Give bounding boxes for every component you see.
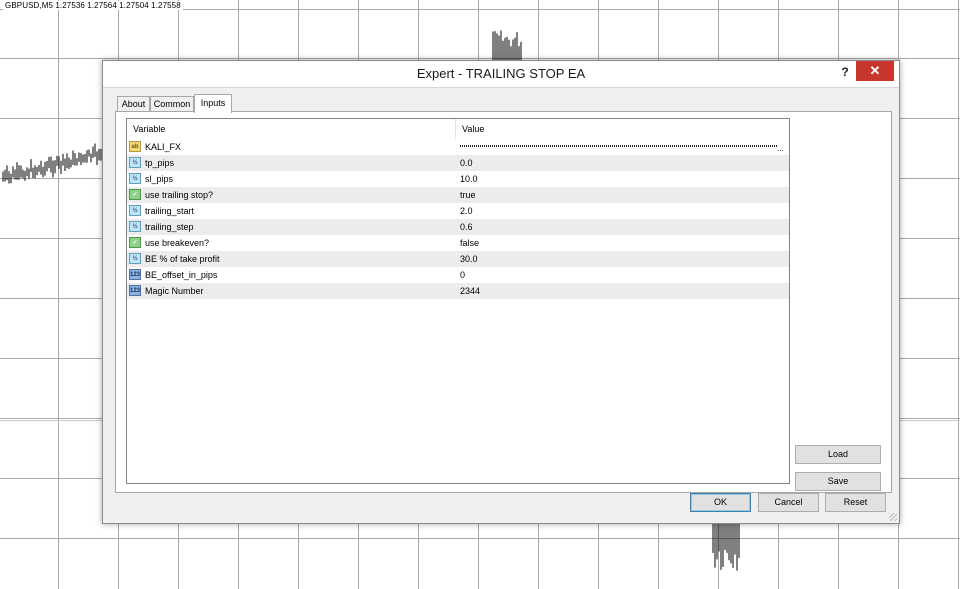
- save-button[interactable]: Save: [795, 472, 881, 491]
- bool-icon: ✓: [129, 237, 141, 248]
- row-value[interactable]: 0: [460, 267, 780, 283]
- table-row[interactable]: ½ trailing_step 0.6: [127, 219, 789, 235]
- string-icon: ab: [129, 141, 141, 152]
- row-value[interactable]: 10.0: [460, 171, 780, 187]
- resize-grip-icon[interactable]: [889, 513, 897, 521]
- double-icon: ½: [129, 221, 141, 232]
- row-value[interactable]: 0.6: [460, 219, 780, 235]
- close-button[interactable]: ✕: [856, 61, 894, 81]
- row-value[interactable]: 30.0: [460, 251, 780, 267]
- table-row[interactable]: ✓ use breakeven? false: [127, 235, 789, 251]
- table-row[interactable]: 123 BE_offset_in_pips 0: [127, 267, 789, 283]
- row-value[interactable]: false: [460, 235, 780, 251]
- row-variable: BE_offset_in_pips: [145, 270, 218, 280]
- bool-icon: ✓: [129, 189, 141, 200]
- grid-header: Variable Value: [127, 119, 789, 139]
- cancel-button[interactable]: Cancel: [758, 493, 819, 512]
- expert-dialog: Expert - TRAILING STOP EA ? ✕ About Comm…: [102, 60, 900, 524]
- table-row[interactable]: ½ tp_pips 0.0: [127, 155, 789, 171]
- row-value[interactable]: true: [460, 187, 780, 203]
- dialog-title: Expert - TRAILING STOP EA: [416, 66, 586, 81]
- table-row[interactable]: ✓ use trailing stop? true: [127, 187, 789, 203]
- row-value[interactable]: 2.0: [460, 203, 780, 219]
- row-variable: use breakeven?: [145, 238, 210, 248]
- table-row[interactable]: ½ trailing_start 2.0: [127, 203, 789, 219]
- row-value[interactable]: 0.0: [460, 155, 780, 171]
- column-header-value[interactable]: Value: [456, 119, 782, 139]
- table-row[interactable]: 123 Magic Number 2344: [127, 283, 789, 299]
- double-icon: ½: [129, 253, 141, 264]
- int-icon: 123: [129, 285, 141, 296]
- inputs-grid: Variable Value ab KALI_FX... ½ tp_pips 0.0 ½ s…: [126, 118, 790, 484]
- inputs-panel: Variable Value ab KALI_FX... ½ tp_pips 0.0 ½ s…: [115, 111, 892, 493]
- column-header-variable[interactable]: Variable: [127, 119, 456, 139]
- reset-button[interactable]: Reset: [825, 493, 886, 512]
- double-icon: ½: [129, 157, 141, 168]
- double-icon: ½: [129, 205, 141, 216]
- row-variable: sl_pips: [145, 174, 174, 184]
- load-button[interactable]: Load: [795, 445, 881, 464]
- row-variable: trailing_start: [145, 206, 195, 216]
- row-variable: use trailing stop?: [145, 190, 214, 200]
- row-variable: Magic Number: [145, 286, 204, 296]
- row-variable: tp_pips: [145, 158, 175, 168]
- tab-about[interactable]: About: [117, 96, 150, 112]
- row-variable: BE % of take profit: [145, 254, 220, 264]
- row-variable: trailing_step: [145, 222, 194, 232]
- tab-inputs[interactable]: Inputs: [194, 94, 232, 113]
- table-row[interactable]: ½ BE % of take profit 30.0: [127, 251, 789, 267]
- close-icon: ✕: [869, 63, 881, 78]
- row-value[interactable]: 2344: [460, 283, 780, 299]
- double-icon: ½: [129, 173, 141, 184]
- row-variable: KALI_FX: [145, 142, 182, 152]
- tab-common[interactable]: Common: [150, 96, 194, 112]
- table-row[interactable]: ½ sl_pips 10.0: [127, 171, 789, 187]
- chart-quote: GBPUSD,M5 1.27536 1.27564 1.27504 1.2755…: [3, 1, 183, 10]
- masked-value[interactable]: [460, 145, 778, 147]
- int-icon: 123: [129, 269, 141, 280]
- ok-button[interactable]: OK: [690, 493, 751, 512]
- dialog-titlebar[interactable]: Expert - TRAILING STOP EA ? ✕: [103, 61, 899, 88]
- help-button[interactable]: ?: [834, 63, 856, 81]
- table-row[interactable]: ab KALI_FX...: [127, 139, 789, 155]
